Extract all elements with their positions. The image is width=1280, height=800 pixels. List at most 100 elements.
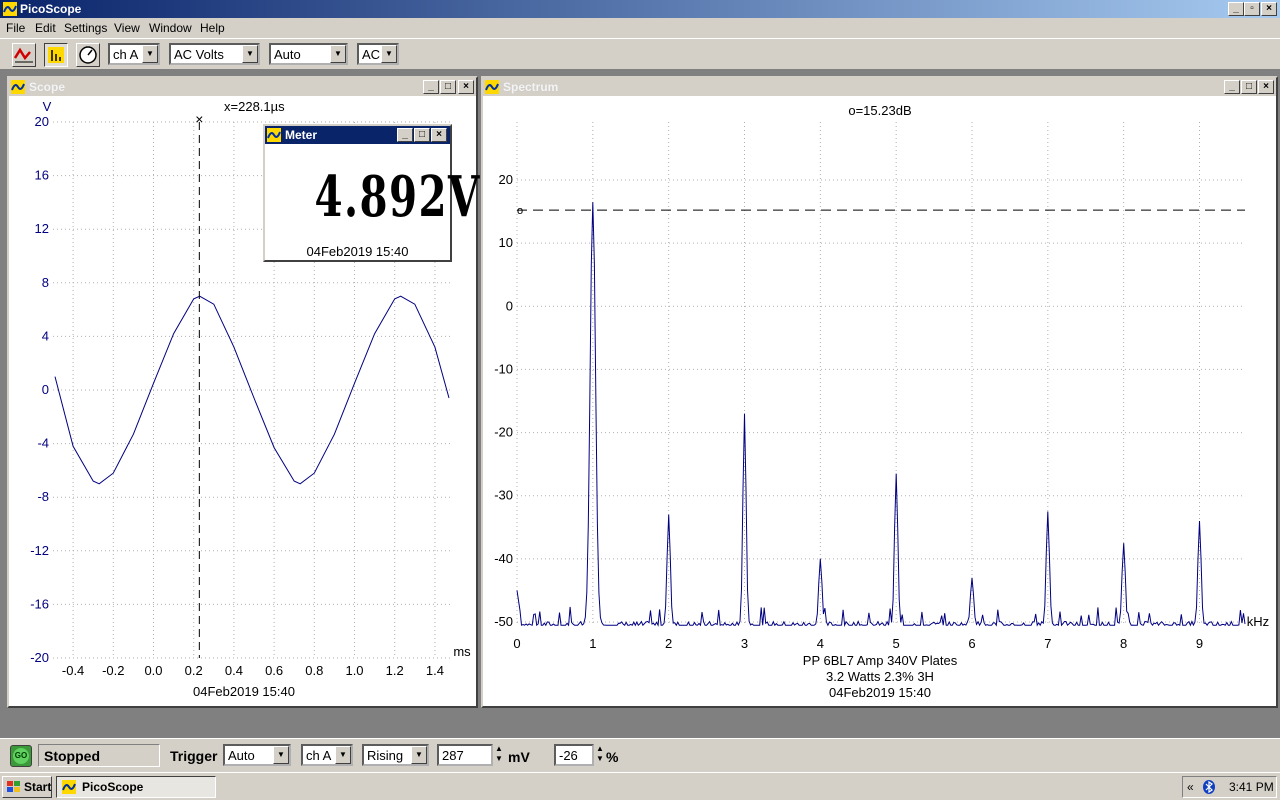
spectrum-x-tick: 4 <box>817 636 824 651</box>
menu-edit[interactable]: Edit <box>35 21 56 35</box>
spectrum-y-tick: -50 <box>494 614 513 629</box>
spectrum-x-tick: 7 <box>1044 636 1051 651</box>
spectrum-y-tick: -20 <box>494 425 513 440</box>
spectrum-mode-button[interactable] <box>44 43 68 67</box>
meter-close-button[interactable]: × <box>431 128 447 142</box>
scope-y-tick: -4 <box>37 436 49 451</box>
tray-clock: 3:41 PM <box>1229 780 1274 794</box>
pre-trigger-input[interactable]: -26 ▲ ▼ <box>554 744 604 766</box>
app-title: PicoScope <box>20 2 82 16</box>
scope-x-tick: -0.4 <box>62 663 84 678</box>
scope-x-tick: 0.6 <box>265 663 283 678</box>
pre-trigger-unit: % <box>606 749 619 765</box>
channel-value: ch A <box>113 47 139 62</box>
scope-x-tick-labels: -0.4 -0.2 0.0 0.2 0.4 0.6 0.8 1.0 1.2 1.4 <box>62 663 444 678</box>
meter-title-bar: Meter _ □ × <box>265 126 450 144</box>
scope-x-tick: 0.8 <box>305 663 323 678</box>
meter-mode-button[interactable] <box>76 43 100 67</box>
meter-reading: 4.892V <box>314 164 481 230</box>
scope-y-tick: 4 <box>42 328 49 343</box>
taskbar-picoscope-button[interactable]: PicoScope <box>56 776 216 798</box>
coupling-value: AC <box>362 47 381 62</box>
spectrum-x-tick: 3 <box>741 636 748 651</box>
spectrum-reference-marker[interactable]: o <box>517 205 523 217</box>
chevron-down-icon[interactable]: ▼ <box>381 45 397 63</box>
trigger-channel-select[interactable]: ch A ▼ <box>301 744 353 766</box>
scope-cursor-readout: x=228.1µs <box>224 99 285 114</box>
spectrum-x-tick-labels: 0 1 2 3 4 5 6 7 8 9 <box>513 636 1203 651</box>
chevron-down-icon[interactable]: ▼ <box>142 45 158 63</box>
picoscope-logo-icon <box>267 128 281 142</box>
scope-cursor-marker-icon[interactable]: × <box>195 111 203 127</box>
spectrum-timestamp: 04Feb2019 15:40 <box>829 685 931 700</box>
chevron-down-icon[interactable]: ▼ <box>335 746 351 764</box>
go-button-label: GO <box>13 748 29 764</box>
spectrum-window-title: Spectrum <box>503 80 559 94</box>
measurement-mode-select[interactable]: AC Volts ▼ <box>169 43 260 65</box>
spinner-arrows-icon[interactable]: ▲ ▼ <box>594 744 606 766</box>
chevron-down-icon[interactable]: ▼ <box>330 45 346 63</box>
channel-select[interactable]: ch A ▼ <box>108 43 160 65</box>
range-select[interactable]: Auto ▼ <box>269 43 348 65</box>
scope-x-tick: 1.2 <box>386 663 404 678</box>
scope-maximize-button[interactable]: □ <box>440 80 456 94</box>
spectrum-x-tick: 5 <box>893 636 900 651</box>
spinner-arrows-icon[interactable]: ▲ ▼ <box>493 744 505 766</box>
scope-mode-button[interactable] <box>12 43 36 67</box>
meter-window-title: Meter <box>285 128 318 142</box>
spectrum-x-tick: 0 <box>513 636 520 651</box>
trigger-mode-value: Auto <box>228 748 255 763</box>
picoscope-logo-icon <box>11 80 25 94</box>
coupling-select[interactable]: AC ▼ <box>357 43 399 65</box>
meter-minimize-button[interactable]: _ <box>397 128 413 142</box>
scope-y-tick: 12 <box>35 221 49 236</box>
scope-wave-icon <box>13 47 33 63</box>
spectrum-y-tick: -30 <box>494 488 513 503</box>
trigger-level-input[interactable]: 287 ▲ ▼ <box>437 744 503 766</box>
restore-button[interactable]: ▫ <box>1244 2 1260 16</box>
scope-title-bar: Scope _ □ × <box>9 78 476 96</box>
bluetooth-icon[interactable] <box>1202 780 1216 794</box>
scope-y-tick: -16 <box>30 596 49 611</box>
range-value: Auto <box>274 47 301 62</box>
scope-y-tick: -8 <box>37 489 49 504</box>
scope-x-tick: 1.0 <box>345 663 363 678</box>
tray-expand-icon[interactable]: « <box>1187 780 1194 794</box>
spectrum-x-tick: 8 <box>1120 636 1127 651</box>
scope-x-tick: 0.4 <box>225 663 243 678</box>
spectrum-close-button[interactable]: × <box>1258 80 1274 94</box>
scope-close-button[interactable]: × <box>458 80 474 94</box>
spectrum-plot[interactable]: o=15.23dB kHz PP 6BL7 Amp 340V Plates 3.… <box>483 96 1276 706</box>
minimize-button[interactable]: _ <box>1228 2 1244 16</box>
menu-view[interactable]: View <box>114 21 140 35</box>
scope-minimize-button[interactable]: _ <box>423 80 439 94</box>
trigger-mode-select[interactable]: Auto ▼ <box>223 744 291 766</box>
spectrum-y-tick: 20 <box>499 172 513 187</box>
chevron-down-icon[interactable]: ▼ <box>242 45 258 63</box>
start-button[interactable]: Start <box>2 776 52 798</box>
pre-trigger-value: -26 <box>559 748 578 763</box>
menu-settings[interactable]: Settings <box>64 21 107 35</box>
scope-timestamp: 04Feb2019 15:40 <box>193 684 295 699</box>
picoscope-logo-icon <box>3 2 17 16</box>
spectrum-bars-icon <box>48 47 64 63</box>
menu-window[interactable]: Window <box>149 21 192 35</box>
measurement-mode-value: AC Volts <box>174 47 224 62</box>
taskbar-picoscope-label: PicoScope <box>82 780 144 794</box>
chevron-down-icon[interactable]: ▼ <box>273 746 289 764</box>
meter-maximize-button[interactable]: □ <box>414 128 430 142</box>
scope-x-tick: 0.0 <box>144 663 162 678</box>
spectrum-maximize-button[interactable]: □ <box>1241 80 1257 94</box>
scope-y-tick: 0 <box>42 382 49 397</box>
spectrum-y-tick: 10 <box>499 235 513 250</box>
go-button[interactable]: GO <box>10 745 32 767</box>
spectrum-minimize-button[interactable]: _ <box>1224 80 1240 94</box>
spectrum-y-tick: -10 <box>494 361 513 376</box>
meter-window: Meter _ □ × 4.892V 04Feb2019 15:40 <box>263 124 481 262</box>
spectrum-window: Spectrum _ □ × o=15.23dB kHz PP 6BL7 Amp… <box>481 76 1278 708</box>
close-button[interactable]: × <box>1261 2 1277 16</box>
menu-file[interactable]: File <box>6 21 25 35</box>
menu-help[interactable]: Help <box>200 21 225 35</box>
trigger-edge-select[interactable]: Rising ▼ <box>362 744 429 766</box>
chevron-down-icon[interactable]: ▼ <box>411 746 427 764</box>
